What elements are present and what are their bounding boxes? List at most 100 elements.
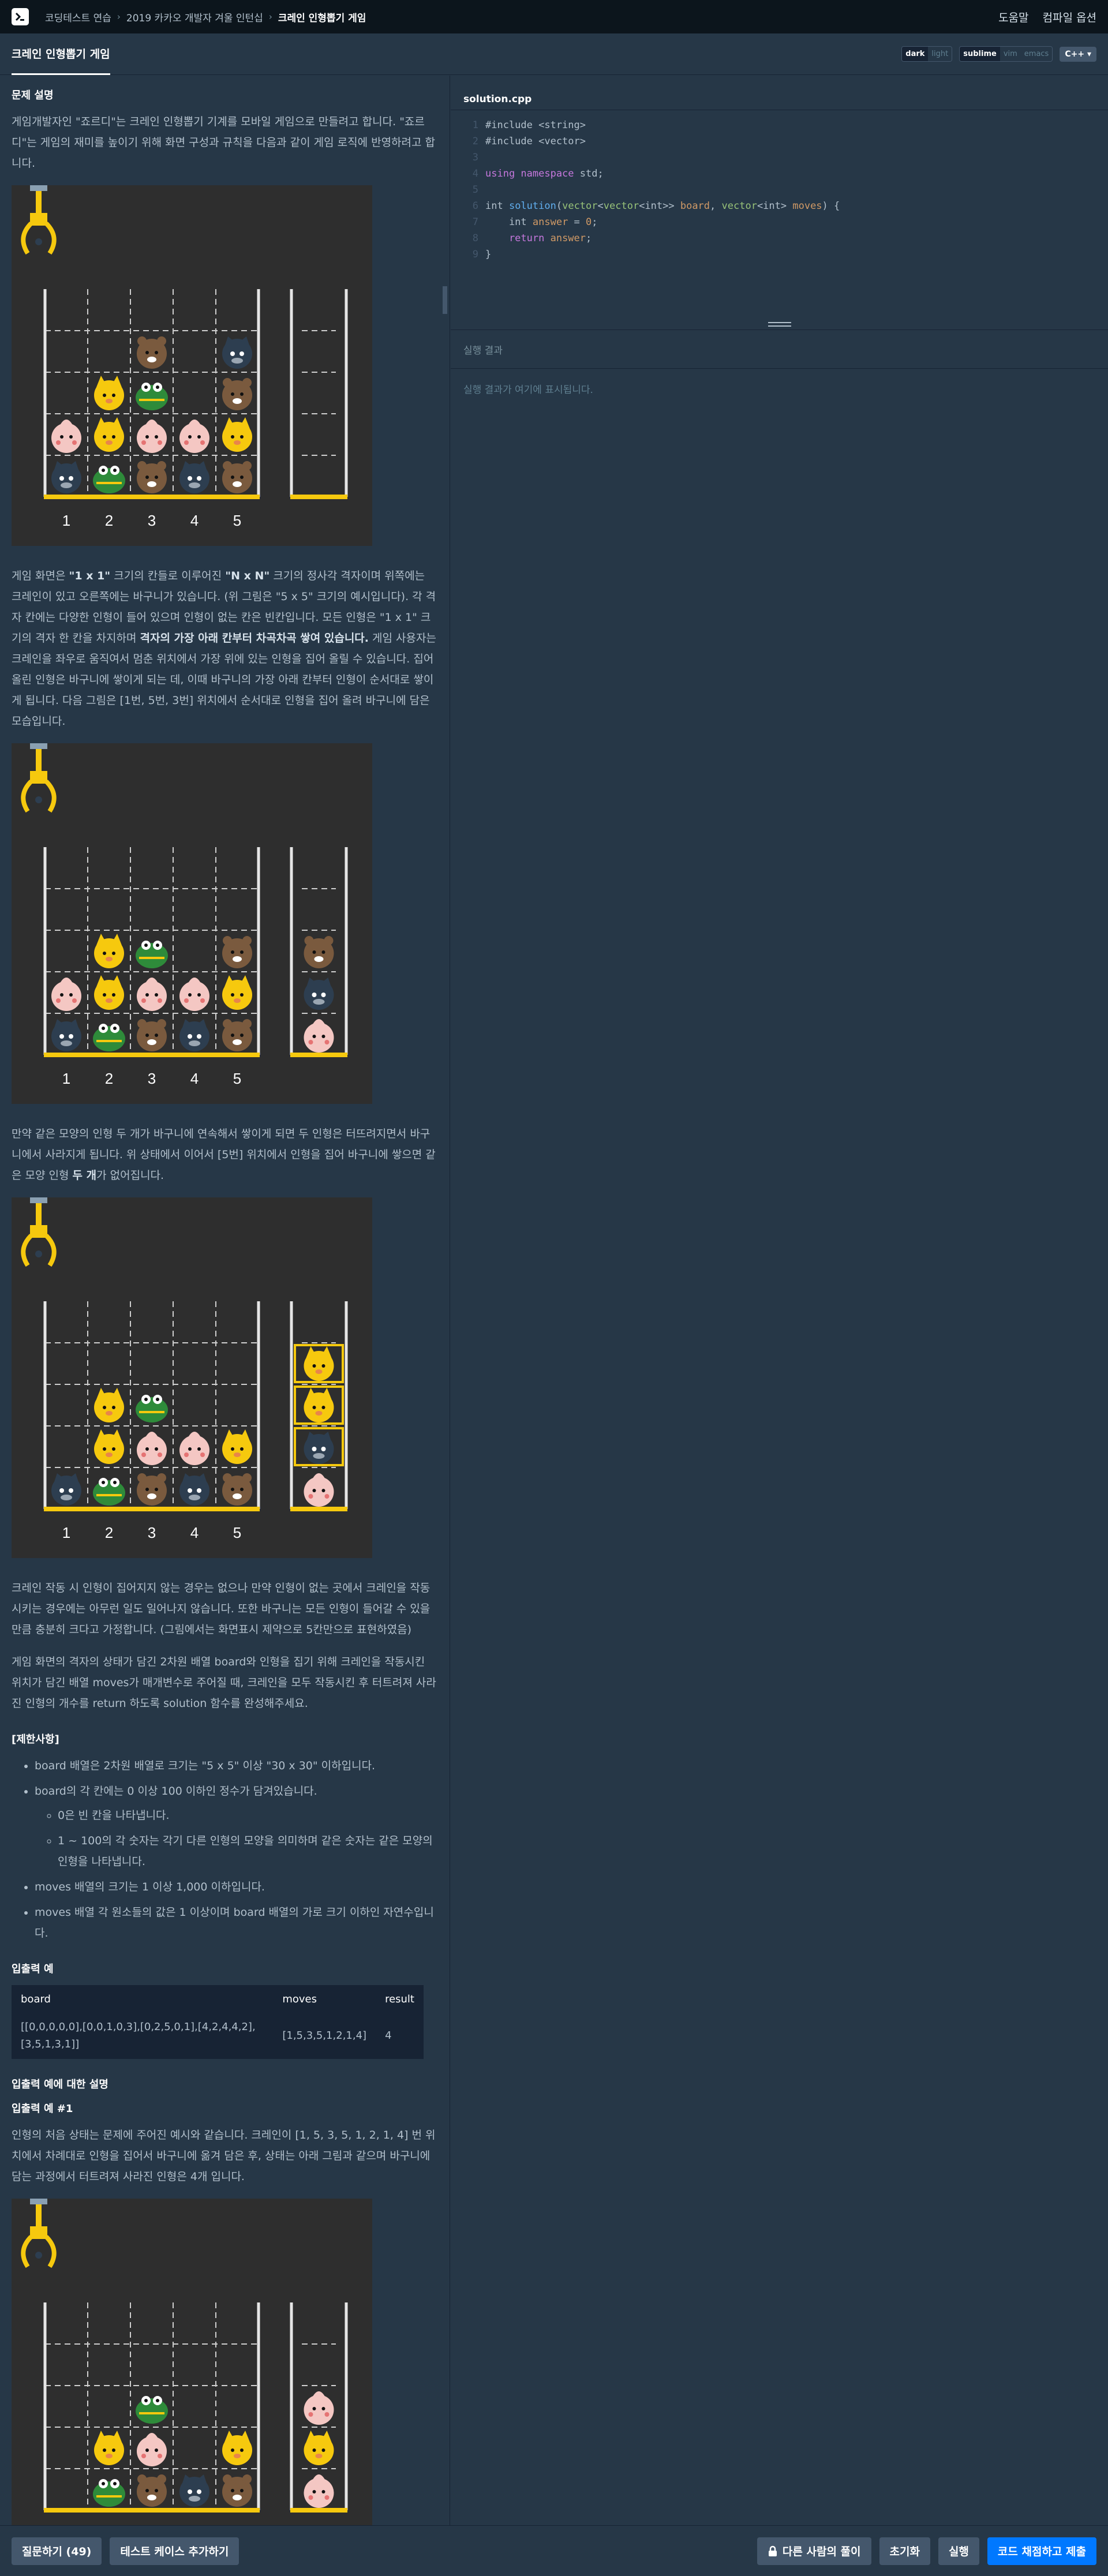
crane-claw-icon [21, 2199, 57, 2268]
code-editor[interactable]: 1 #include <string> 2 #include <vector> 3 … [443, 117, 1108, 319]
apeach-doll [51, 420, 81, 453]
code-line: #include <string> [485, 119, 586, 131]
programmers-logo-icon[interactable] [12, 8, 29, 25]
table-header: result [385, 1993, 414, 2005]
ryan-doll [222, 1473, 252, 1506]
code-line: int solution(vector<vector<int>> board, … [485, 200, 840, 212]
submit-button[interactable]: 코드 채점하고 제출 [987, 2537, 1096, 2565]
paragraph: 인형의 처음 상태는 문제에 주어진 예시와 같습니다. 크레인이 [1, 5,… [12, 2129, 436, 2183]
column-number: 3 [148, 512, 156, 529]
neo-doll [304, 1346, 334, 1381]
tab-problem[interactable]: 크레인 인형뽑기 게임 [12, 33, 110, 75]
line-number: 4 [472, 168, 478, 179]
table-cell: [[0,0,0,0,0],[0,0,1,0,3],[0,2,5,0,1],[4,… [21, 2021, 256, 2050]
add-test-case-button[interactable]: 테스트 케이스 추가하기 [110, 2537, 239, 2565]
muzi-doll [222, 336, 252, 369]
action-bar: 질문하기 (49) 테스트 케이스 추가하기 다른 사람의 풀이 초기화 실행 … [0, 2525, 1108, 2576]
line-number: 5 [472, 184, 478, 196]
code-line: } [485, 249, 492, 260]
list-item: 1 ~ 100의 각 숫자는 각기 다른 인형의 모양을 의미하며 같은 숫자는… [58, 1830, 438, 1872]
problem-panel[interactable]: 문제 설명 게임개발자인 "죠르디"는 크레인 인형뽑기 기계를 모바일 게임으… [0, 76, 450, 2525]
ryan-doll [222, 378, 252, 410]
frodo-doll [93, 2479, 125, 2507]
column-number: 4 [190, 1070, 199, 1087]
breadcrumb-item[interactable]: 코딩테스트 연습 [45, 10, 111, 24]
io-table: board moves result [[0,0,0,0,0],[0,0,1,0… [12, 1985, 424, 2059]
list-item: board의 각 칸에는 0 이상 100 이하인 정수가 담겨있습니다. 0은… [35, 1781, 438, 1872]
muzi-doll [304, 1432, 334, 1464]
other-solutions-button[interactable]: 다른 사람의 풀이 [757, 2537, 871, 2565]
basket [290, 2302, 348, 2513]
table-header-row: board moves result [12, 1985, 424, 2013]
theme-light-option[interactable]: light [928, 47, 952, 61]
column-number: 3 [148, 1524, 156, 1541]
breadcrumb-current: 크레인 인형뽑기 게임 [278, 12, 366, 24]
ryan-doll [137, 1019, 167, 1051]
reset-button[interactable]: 초기화 [879, 2537, 930, 2565]
keymap-sublime-option[interactable]: sublime [960, 47, 1000, 61]
muzi-doll [304, 978, 334, 1010]
crane-claw-icon [21, 185, 57, 255]
ryan-doll [137, 336, 167, 369]
apeach-doll [304, 1019, 334, 1053]
paragraph: 게임 화면의 격자의 상태가 담긴 2차원 배열 board와 인형을 집기 위… [12, 1656, 436, 1710]
ryan-doll [304, 936, 334, 968]
theme-dark-option[interactable]: dark [902, 47, 929, 61]
ryan-doll [137, 2474, 167, 2507]
line-number: 8 [472, 233, 478, 244]
keymap-emacs-option[interactable]: emacs [1020, 47, 1053, 61]
neo-doll [222, 975, 252, 1010]
line-number: 6 [472, 200, 478, 212]
muzi-doll [51, 1019, 81, 1051]
language-select[interactable]: C++ ▾ [1060, 46, 1096, 62]
column-number: 3 [148, 1070, 156, 1087]
apeach-doll [304, 1473, 334, 1507]
tab-bar: 크레인 인형뽑기 게임 dark light sublime vim emacs… [0, 33, 1108, 75]
code-line: int answer = 0; [485, 216, 598, 228]
apeach-doll [51, 978, 81, 1011]
breadcrumb-item[interactable]: 2019 카카오 개발자 겨울 인턴십 [126, 10, 263, 24]
line-number: 7 [472, 216, 478, 228]
apeach-doll [137, 420, 167, 453]
chevron-right-icon: › [268, 12, 272, 22]
help-link[interactable]: 도움말 [998, 9, 1028, 25]
game-board [43, 1301, 260, 1511]
frodo-doll [136, 383, 168, 410]
line-number: 3 [472, 152, 478, 163]
column-number: 1 [62, 1524, 70, 1541]
apeach-doll [179, 1432, 209, 1465]
apeach-doll [137, 978, 167, 1011]
ask-question-button[interactable]: 질문하기 (49) [12, 2537, 102, 2565]
keymap-vim-option[interactable]: vim [1000, 47, 1021, 61]
table-header: moves [282, 1993, 317, 2005]
neo-doll [304, 2431, 334, 2465]
crane-figure-2: 1 2 3 4 5 [12, 743, 372, 1104]
panel-resize-handle[interactable] [443, 286, 447, 314]
list-item: 0은 빈 칸을 나타냅니다. [58, 1805, 438, 1826]
paragraph: 만약 같은 모양의 인형 두 개가 바구니에 연속해서 쌓이게 되면 두 인형은… [12, 1128, 436, 1182]
neo-doll [94, 2431, 124, 2465]
game-board [43, 2302, 260, 2513]
compile-options-link[interactable]: 컴파일 옵션 [1043, 9, 1096, 25]
crane-claw-icon [21, 743, 57, 813]
neo-doll [222, 417, 252, 452]
line-number: 9 [472, 249, 478, 260]
breadcrumb: 코딩테스트 연습 › 2019 카카오 개발자 겨울 인턴십 › 크레인 인형뽑… [45, 10, 366, 24]
theme-toggle: dark light [901, 46, 953, 62]
constraints-list: board 배열은 2차원 배열로 크기는 "5 x 5" 이상 "30 x 3… [35, 1755, 438, 1944]
muzi-doll [179, 1019, 209, 1051]
column-number: 2 [105, 1524, 113, 1541]
run-button[interactable]: 실행 [938, 2537, 979, 2565]
result-placeholder: 실행 결과가 여기에 표시됩니다. [463, 384, 593, 396]
frodo-doll [93, 1478, 125, 1506]
drag-handle-icon[interactable] [768, 322, 791, 327]
table-cell: [1,5,3,5,1,2,1,4] [282, 2030, 367, 2042]
column-number: 5 [233, 1070, 241, 1087]
table-header: board [21, 1993, 51, 2005]
neo-doll [94, 376, 124, 410]
problem-description: 문제 설명 게임개발자인 "죠르디"는 크레인 인형뽑기 기계를 모바일 게임으… [0, 87, 450, 2525]
crane-figure-1: 1 2 3 4 5 [12, 185, 372, 546]
apeach-doll [304, 2391, 334, 2425]
crane-figure-4: 12345 [12, 2199, 372, 2525]
code-line: #include <vector> [485, 136, 586, 147]
